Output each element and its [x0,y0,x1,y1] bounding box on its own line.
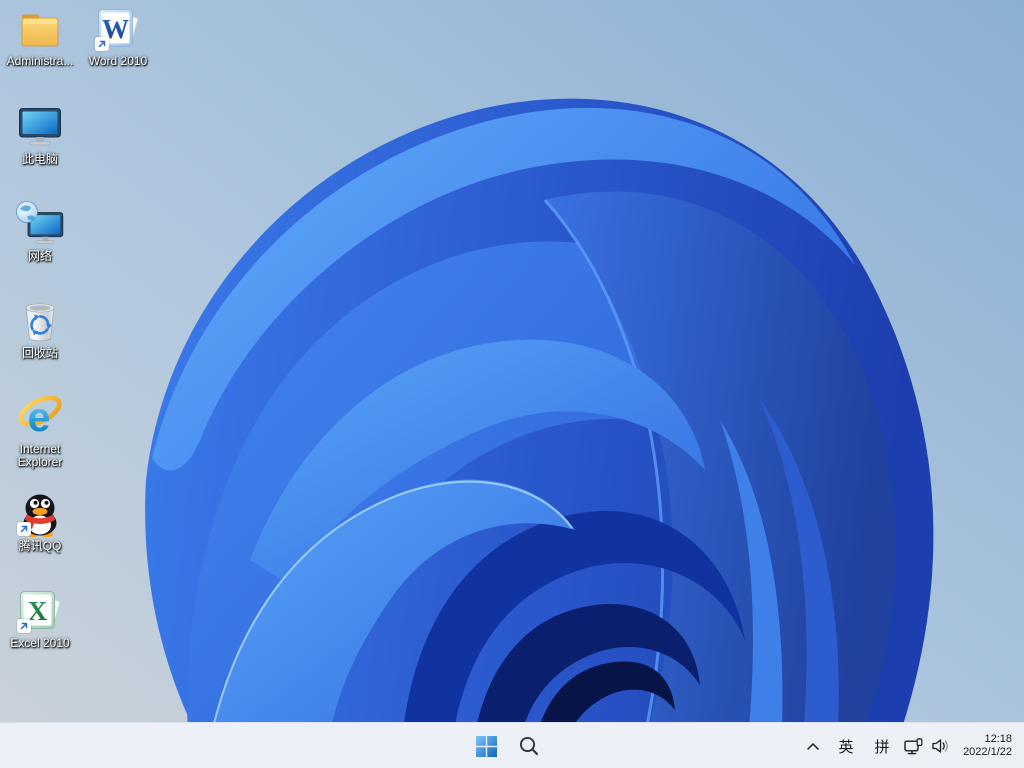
windows-logo-icon [475,735,497,757]
icon-label: 此电脑 [21,152,58,166]
desktop-icon-word-2010[interactable]: W Word 2010 [79,4,157,68]
network-status-button[interactable] [900,727,927,765]
desktop-icon-tencent-qq[interactable]: 腾讯QQ [1,489,79,553]
desktop-icon-administrator-folder[interactable]: Administra... [1,4,79,68]
icon-label: Word 2010 [88,54,148,68]
taskbar: 英 拼 12:18 2022/1/22 [0,722,1024,768]
shortcut-arrow-icon [17,522,31,536]
wired-network-icon [903,737,922,754]
folder-icon [16,4,64,52]
icon-label: 回收站 [21,346,58,360]
icon-label: Internet Explorer [17,442,63,469]
ie-letter: e [28,394,51,440]
volume-button[interactable] [927,727,954,765]
system-tray: 英 拼 12:18 2022/1/22 [798,725,1024,767]
recycle-bin-icon [16,296,64,344]
ime-mode-button[interactable]: 拼 [864,727,900,765]
shortcut-arrow-icon [17,619,31,633]
clock[interactable]: 12:18 2022/1/22 [963,733,1012,760]
desktop-icon-excel-2010[interactable]: X Excel 2010 [1,586,79,650]
desktop[interactable]: Administra... W Word 2010 此电脑 网络 回收站 e I… [0,0,1024,722]
desktop-icon-this-pc[interactable]: 此电脑 [1,102,79,166]
icon-label: 腾讯QQ [18,539,62,553]
icon-label: Administra... [6,54,74,68]
icon-label: 网络 [27,249,52,263]
network-desktop-icon [16,199,64,247]
search-icon [519,736,539,756]
desktop-icon-recycle-bin[interactable]: 回收站 [1,296,79,360]
ime-language-button[interactable]: 英 [828,727,864,765]
excel-icon: X [16,586,64,634]
speaker-icon [932,739,948,753]
desktop-icon-internet-explorer[interactable]: e Internet Explorer [1,392,79,469]
word-icon: W [94,4,142,52]
computer-icon [16,102,64,150]
qq-penguin-icon [16,489,64,538]
internet-explorer-icon: e [16,392,64,440]
taskbar-center-group [466,725,549,767]
clock-time: 12:18 [984,732,1012,745]
shortcut-arrow-icon [95,37,109,51]
icon-label: Excel 2010 [10,636,70,650]
clock-date: 2022/1/22 [963,746,1012,758]
search-button[interactable] [509,726,549,766]
tray-chevron-button[interactable] [798,727,828,765]
start-button[interactable] [466,726,506,766]
chevron-up-icon [807,742,819,750]
desktop-icon-network[interactable]: 网络 [1,199,79,263]
